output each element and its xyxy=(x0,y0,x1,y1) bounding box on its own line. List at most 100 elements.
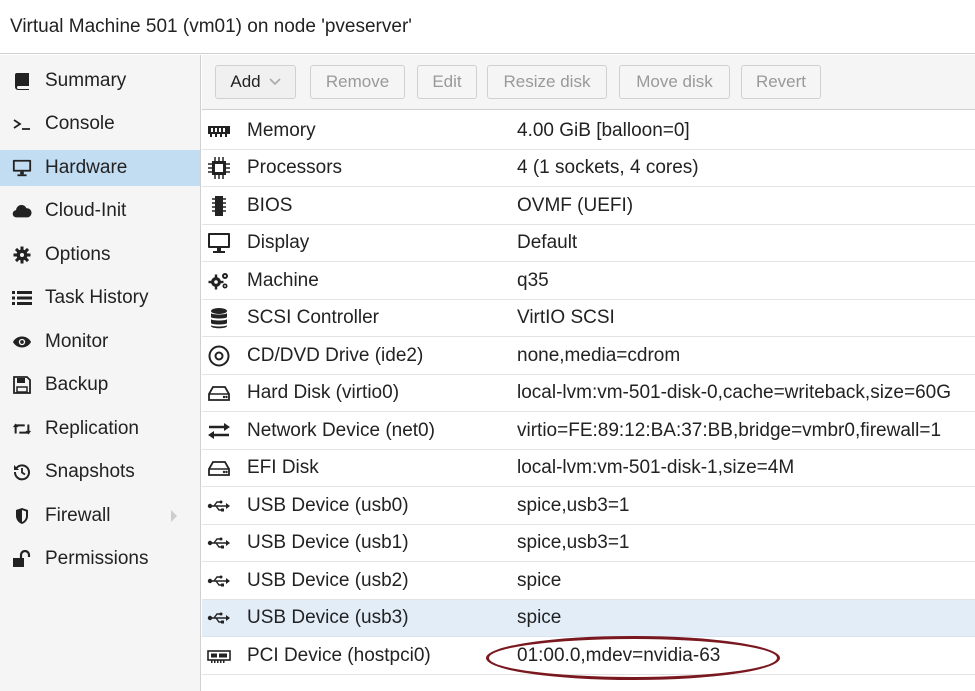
table-row[interactable]: Memory 4.00 GiB [balloon=0] xyxy=(202,113,975,150)
row-name: Network Device (net0) xyxy=(247,420,435,441)
monitor-icon xyxy=(12,158,32,178)
table-row[interactable]: PCI Device (hostpci0) 01:00.0,mdev=nvidi… xyxy=(202,638,975,675)
pci-card-icon xyxy=(206,644,232,668)
chevron-right-icon[interactable] xyxy=(170,509,178,528)
table-row[interactable]: Hard Disk (virtio0) local-lvm:vm-501-dis… xyxy=(202,375,975,412)
microchip-icon xyxy=(206,194,232,218)
sidebar-item-label: Snapshots xyxy=(45,461,135,482)
resize-disk-button-label: Resize disk xyxy=(503,72,591,91)
sidebar-item-label: Options xyxy=(45,244,111,265)
row-value: VirtIO SCSI xyxy=(517,307,615,328)
edit-button[interactable]: Edit xyxy=(417,65,477,99)
gear-icon xyxy=(12,245,32,265)
row-name: Hard Disk (virtio0) xyxy=(247,382,400,403)
remove-button[interactable]: Remove xyxy=(310,65,405,99)
cdrom-icon xyxy=(206,344,232,368)
row-value: q35 xyxy=(517,270,549,291)
row-value: spice,usb3=1 xyxy=(517,532,630,553)
sidebar-item-options[interactable]: Options xyxy=(0,237,200,273)
move-disk-button[interactable]: Move disk xyxy=(619,65,730,99)
table-row[interactable]: USB Device (usb1) spice,usb3=1 xyxy=(202,525,975,562)
chevron-down-icon xyxy=(269,78,281,86)
sidebar: Summary Console Hardware Cloud-Init Opti… xyxy=(0,55,201,691)
row-name: Machine xyxy=(247,270,319,291)
table-row[interactable]: Display Default xyxy=(202,225,975,262)
toolbar: Add Remove Edit Resize disk Move disk Re… xyxy=(202,55,975,110)
sidebar-item-backup[interactable]: Backup xyxy=(0,367,200,403)
sidebar-item-monitor[interactable]: Monitor xyxy=(0,324,200,360)
cloud-icon xyxy=(12,201,32,221)
table-row[interactable]: CD/DVD Drive (ide2) none,media=cdrom xyxy=(202,338,975,375)
sidebar-item-label: Cloud-Init xyxy=(45,200,127,221)
row-name: USB Device (usb3) xyxy=(247,607,409,628)
sidebar-item-label: Backup xyxy=(45,374,109,395)
sidebar-item-label: Replication xyxy=(45,418,139,439)
add-button-label: Add xyxy=(230,72,261,91)
sidebar-item-summary[interactable]: Summary xyxy=(0,63,200,99)
row-value: spice xyxy=(517,607,562,628)
row-value: spice xyxy=(517,570,562,591)
sidebar-item-hardware[interactable]: Hardware xyxy=(0,150,200,186)
sidebar-item-cloud-init[interactable]: Cloud-Init xyxy=(0,193,200,229)
sidebar-item-permissions[interactable]: Permissions xyxy=(0,541,200,577)
cogs-icon xyxy=(206,269,232,293)
sidebar-item-replication[interactable]: Replication xyxy=(0,411,200,447)
move-disk-button-label: Move disk xyxy=(636,72,713,91)
row-value: 4.00 GiB [balloon=0] xyxy=(517,120,690,141)
row-name: Processors xyxy=(247,157,343,178)
sidebar-item-label: Permissions xyxy=(45,548,149,569)
table-row[interactable]: Network Device (net0) virtio=FE:89:12:BA… xyxy=(202,413,975,450)
row-name: BIOS xyxy=(247,195,293,216)
row-name: EFI Disk xyxy=(247,457,319,478)
sidebar-item-label: Monitor xyxy=(45,331,109,352)
table-row[interactable]: USB Device (usb2) spice xyxy=(202,563,975,600)
sidebar-item-firewall[interactable]: Firewall xyxy=(0,498,200,534)
table-row[interactable]: Machine q35 xyxy=(202,263,975,300)
sidebar-item-task-history[interactable]: Task History xyxy=(0,280,200,316)
add-button[interactable]: Add xyxy=(215,65,296,99)
row-value: OVMF (UEFI) xyxy=(517,195,634,216)
list-icon xyxy=(12,288,32,308)
row-value: local-lvm:vm-501-disk-1,size=4M xyxy=(517,457,795,478)
table-row[interactable]: SCSI Controller VirtIO SCSI xyxy=(202,300,975,337)
eye-icon xyxy=(12,332,32,352)
row-name: SCSI Controller xyxy=(247,307,379,328)
cpu-icon xyxy=(206,156,232,180)
history-icon xyxy=(12,462,32,482)
table-row[interactable]: EFI Disk local-lvm:vm-501-disk-1,size=4M xyxy=(202,450,975,487)
sidebar-item-label: Firewall xyxy=(45,505,111,526)
row-name: CD/DVD Drive (ide2) xyxy=(247,345,424,366)
usb-icon xyxy=(206,569,232,593)
display-icon xyxy=(206,231,232,255)
floppy-icon xyxy=(12,375,32,395)
remove-button-label: Remove xyxy=(325,72,390,91)
table-row[interactable]: Processors 4 (1 sockets, 4 cores) xyxy=(202,150,975,187)
row-value: spice,usb3=1 xyxy=(517,495,630,516)
memory-icon xyxy=(206,119,232,143)
exchange-icon xyxy=(206,419,232,443)
revert-button-label: Revert xyxy=(755,72,807,91)
row-name: USB Device (usb2) xyxy=(247,570,409,591)
row-name: PCI Device (hostpci0) xyxy=(247,645,431,666)
sidebar-item-snapshots[interactable]: Snapshots xyxy=(0,454,200,490)
row-name: USB Device (usb1) xyxy=(247,532,409,553)
book-icon xyxy=(12,71,32,91)
terminal-icon xyxy=(12,114,32,134)
sidebar-item-label: Console xyxy=(45,113,115,134)
table-row[interactable]: BIOS OVMF (UEFI) xyxy=(202,188,975,225)
row-name: Memory xyxy=(247,120,316,141)
usb-icon xyxy=(206,531,232,555)
title-bar: Virtual Machine 501 (vm01) on node 'pves… xyxy=(0,0,975,54)
row-value: 4 (1 sockets, 4 cores) xyxy=(517,157,699,178)
sidebar-item-label: Hardware xyxy=(45,157,128,178)
row-value: 01:00.0,mdev=nvidia-63 xyxy=(517,645,721,666)
window-title: Virtual Machine 501 (vm01) on node 'pves… xyxy=(10,16,412,37)
revert-button[interactable]: Revert xyxy=(741,65,821,99)
resize-disk-button[interactable]: Resize disk xyxy=(487,65,607,99)
unlock-icon xyxy=(12,549,32,569)
sidebar-item-console[interactable]: Console xyxy=(0,106,200,142)
row-value: virtio=FE:89:12:BA:37:BB,bridge=vmbr0,fi… xyxy=(517,420,942,441)
row-name: USB Device (usb0) xyxy=(247,495,409,516)
table-row[interactable]: USB Device (usb0) spice,usb3=1 xyxy=(202,488,975,525)
table-row[interactable]: USB Device (usb3) spice xyxy=(202,600,975,637)
